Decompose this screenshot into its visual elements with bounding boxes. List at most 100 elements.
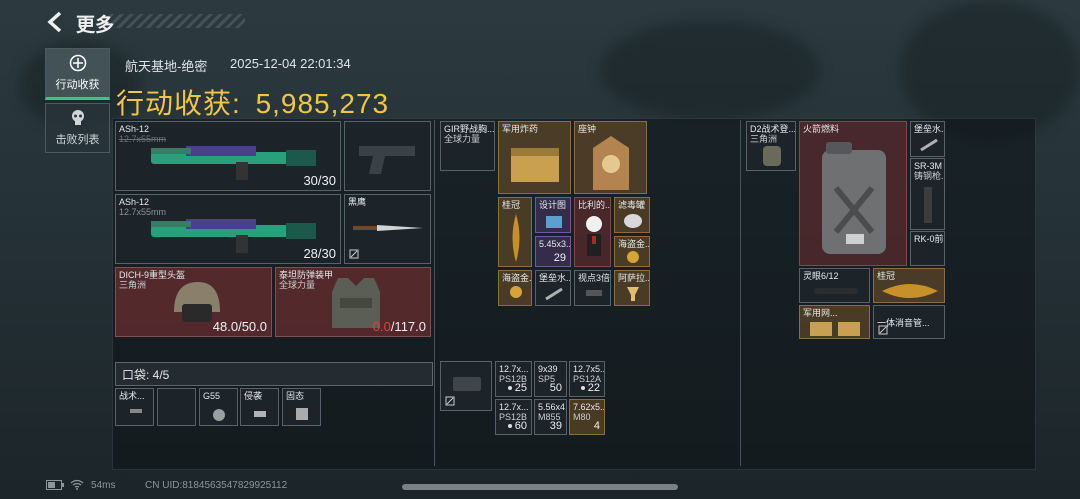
ammo-name: 5.56x4... — [538, 402, 566, 412]
loot-total: 行动收获: 5,985,273 — [116, 82, 389, 122]
armor-durability: 0.0/117.0 — [373, 319, 426, 334]
inventory-item[interactable]: RK-0前... — [910, 231, 945, 266]
unlocked-icon — [445, 396, 455, 406]
pocket-slot-empty[interactable] — [157, 388, 196, 426]
chest-rig-faction: 全球力量 — [444, 134, 481, 144]
ammo-count: 60 — [507, 420, 527, 432]
home-indicator[interactable] — [402, 484, 678, 490]
map-name: 航天基地-绝密 — [125, 59, 208, 74]
ammo-item[interactable]: 9x39 SP5 50 — [534, 361, 567, 397]
primary-weapon-slot-2[interactable]: ASh-12 12.7x55mm 28/30 — [115, 194, 341, 264]
pocket-item-name: 侵袭 — [244, 391, 263, 401]
inventory-item[interactable]: 座钟 — [574, 121, 647, 194]
ammo-item[interactable]: 12.7x5... PS12A 22 — [569, 361, 605, 397]
backpack-name: D2战术登... — [750, 124, 796, 134]
inventory-item[interactable]: 桂冠 — [498, 197, 532, 267]
raid-datetime: 2025-12-04 22:01:34 — [230, 56, 351, 71]
item-name: 座钟 — [578, 124, 597, 134]
backpack-icon — [763, 146, 781, 166]
chest-rig-slot[interactable]: GIR野战胸... 全球力量 — [440, 121, 495, 171]
inventory-item[interactable]: 灵眼6/12 — [799, 268, 870, 303]
item-sub: 铸钢枪... — [914, 171, 944, 181]
ping: 54ms — [91, 480, 116, 491]
battery-icon — [46, 480, 64, 490]
inventory-item[interactable]: 军用炸药 — [498, 121, 571, 194]
ammo-item[interactable]: 5.56x4... M855 39 — [534, 399, 567, 435]
pocket-item-name: G55 — [203, 391, 221, 401]
inventory-item[interactable]: 5.45x3... 29 — [535, 236, 571, 267]
ammo-item[interactable]: 12.7x... PS12B 25 — [495, 361, 532, 397]
sidearm-slot[interactable] — [344, 121, 431, 191]
blueprint-icon — [546, 216, 562, 228]
divider — [434, 120, 435, 466]
item-name: 灵眼6/12 — [803, 271, 839, 281]
wifi-icon — [70, 479, 84, 490]
canister-icon — [624, 214, 642, 228]
pocket-slot[interactable]: 战术... — [115, 388, 154, 426]
inventory-item[interactable]: 滤毒罐 — [614, 197, 650, 233]
inventory-item[interactable]: 设计图 — [535, 197, 571, 233]
helmet-slot[interactable]: DICH-9重型头盔 三角洲 48.0/50.0 — [115, 267, 272, 337]
ammo-item[interactable]: 12.7x... PS12B 60 — [495, 399, 532, 435]
ammo-count: 30/30 — [303, 173, 336, 188]
item-name: 海盗金... — [502, 273, 532, 283]
armor-slot[interactable]: 泰坦防弹装甲 全球力量 0.0/117.0 — [275, 267, 431, 337]
ammo-count: 4 — [593, 420, 600, 432]
chalice-icon — [627, 287, 639, 301]
pistol-silhouette-icon — [359, 146, 415, 174]
fuel-canister-icon — [822, 142, 886, 254]
inventory-item[interactable]: 海盗金... — [614, 236, 650, 267]
backpack-slot[interactable]: D2战术登... 三角洲 — [746, 121, 796, 171]
crate-icon — [810, 322, 860, 336]
inventory-item[interactable]: 桂冠 — [873, 268, 945, 303]
inventory-item[interactable]: 视点3倍 — [574, 270, 611, 306]
inventory-item[interactable]: 军用网... — [799, 305, 870, 339]
inventory-item[interactable]: SR-3M 铸钢枪... — [910, 158, 945, 230]
item-name: 桂冠 — [877, 271, 896, 281]
inventory-item[interactable]: 堡垒水... — [910, 121, 945, 157]
user-uid: CN UID:8184563547829925112 — [145, 480, 288, 491]
tab-loot[interactable]: 行动收获 — [45, 48, 110, 100]
rifle-icon — [151, 219, 316, 253]
laurel-icon — [512, 214, 520, 262]
unlocked-icon — [878, 325, 888, 335]
explosive-crate-icon — [511, 148, 559, 182]
ammo-item[interactable]: 7.62x5... M80 4 — [569, 399, 605, 435]
inventory-item[interactable]: 比利的... — [574, 197, 611, 267]
inventory-item[interactable]: 阿萨拉... — [614, 270, 650, 306]
pen-icon — [545, 287, 563, 301]
gun-part-icon — [924, 187, 932, 223]
item-name: SR-3M — [914, 161, 943, 171]
back-arrow-icon[interactable] — [44, 10, 68, 34]
melee-slot[interactable]: 黑鹰 — [344, 194, 431, 264]
item-name: 视点3倍 — [578, 273, 611, 283]
tab-loot-label: 行动收获 — [55, 79, 100, 91]
tab-kills[interactable]: 击败列表 — [45, 103, 110, 153]
armor-name: 泰坦防弹装甲 — [279, 270, 334, 280]
inventory-item[interactable]: 海盗金... — [498, 270, 532, 306]
laurel-icon — [882, 284, 938, 298]
armor-durability-current: 0.0 — [372, 319, 391, 334]
inventory-item[interactable]: 堡垒水... — [535, 270, 571, 306]
inventory-item[interactable]: 一体消音管... — [873, 305, 945, 339]
case-icon — [453, 377, 481, 391]
primary-weapon-slot-1[interactable]: ASh-12 12.7x55mm 30/30 — [115, 121, 341, 191]
armor-durability-max: /117.0 — [390, 319, 426, 334]
item-name: 军用网... — [803, 308, 838, 318]
drive-icon — [296, 408, 308, 420]
pocket-slot[interactable]: 固态 — [282, 388, 321, 426]
pen-icon — [920, 138, 938, 152]
secure-case-slot[interactable] — [440, 361, 492, 411]
ammo-count: 50 — [549, 382, 562, 394]
weapon-name: ASh-12 — [119, 124, 150, 134]
item-name: 阿萨拉... — [618, 273, 650, 283]
gold-coin-icon — [627, 251, 639, 263]
melee-name: 黑鹰 — [348, 197, 367, 207]
item-name: 5.45x3... — [539, 239, 571, 249]
gold-coin-icon — [510, 286, 522, 298]
pocket-slot[interactable]: 侵袭 — [240, 388, 279, 426]
item-name: RK-0前... — [914, 234, 945, 244]
inventory-item[interactable]: 火箭燃料 — [799, 121, 907, 266]
item-name: 比利的... — [578, 200, 611, 210]
pocket-slot[interactable]: G55 — [199, 388, 238, 426]
